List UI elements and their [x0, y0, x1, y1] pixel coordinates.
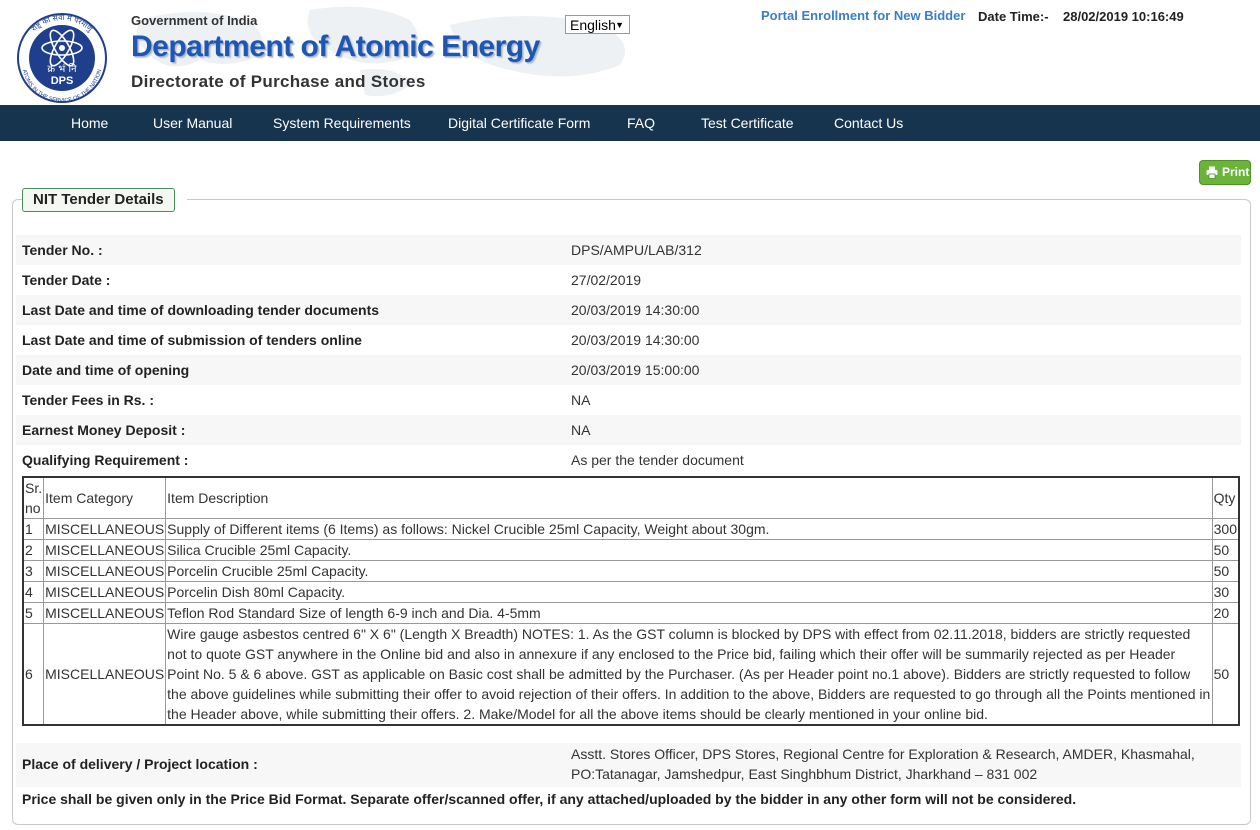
- cell-category: MISCELLANEOUS: [43, 623, 167, 726]
- nav-home[interactable]: Home: [71, 115, 108, 131]
- detail-row-emd: Earnest Money Deposit : NA: [16, 415, 1241, 445]
- dps-logo: क्र भं नि DPS राष्ट्र की सेवा में परमाणु…: [17, 13, 107, 104]
- cell-qty: 30: [1211, 581, 1240, 603]
- cell-sr: 3: [22, 560, 45, 582]
- table-row: 6 MISCELLANEOUS Wire gauge asbestos cent…: [22, 623, 1240, 726]
- detail-label: Date and time of opening: [22, 362, 190, 378]
- language-select[interactable]: English ▼: [565, 15, 630, 34]
- datetime-value: 28/02/2019 10:16:49: [1063, 9, 1184, 24]
- cell-category: MISCELLANEOUS: [43, 560, 167, 582]
- header-item-category: Item Category: [43, 476, 167, 519]
- nav-faq[interactable]: FAQ: [627, 115, 655, 131]
- logo-devanagari: क्र भं नि: [47, 63, 77, 75]
- cell-category: MISCELLANEOUS: [43, 581, 167, 603]
- header-sr-no: Sr. no: [22, 476, 45, 519]
- detail-value: NA: [571, 422, 591, 438]
- detail-value: 27/02/2019: [571, 272, 642, 288]
- delivery-value: Asstt. Stores Officer, DPS Stores, Regio…: [571, 746, 1195, 782]
- print-button-label: Print: [1222, 165, 1250, 179]
- detail-value: 20/03/2019 15:00:00: [571, 362, 700, 378]
- cell-qty: 50: [1211, 623, 1240, 726]
- detail-row-tender-fees: Tender Fees in Rs. : NA: [16, 385, 1241, 415]
- detail-label: Last Date and time of submission of tend…: [22, 332, 362, 348]
- cell-description: Wire gauge asbestos centred 6" X 6" (Len…: [165, 623, 1213, 726]
- detail-row-tender-no: Tender No. : DPS/AMPU/LAB/312: [16, 235, 1241, 265]
- main-navigation: Home User Manual System Requirements Dig…: [0, 105, 1260, 141]
- detail-label: Last Date and time of downloading tender…: [22, 302, 380, 318]
- cell-description: Porcelin Crucible 25ml Capacity.: [165, 560, 1213, 582]
- detail-value: 20/03/2019 14:30:00: [571, 302, 700, 318]
- logo-caption: DPS: [51, 75, 74, 87]
- government-of-india-text: Government of India: [131, 13, 258, 28]
- cell-description: Porcelin Dish 80ml Capacity.: [165, 581, 1213, 603]
- table-row: 5 MISCELLANEOUS Teflon Rod Standard Size…: [22, 602, 1240, 624]
- printer-icon: [1206, 166, 1218, 179]
- detail-value: 20/03/2019 14:30:00: [571, 332, 700, 348]
- delivery-label: Place of delivery / Project location :: [22, 756, 258, 772]
- language-selected-value: English: [570, 17, 616, 33]
- detail-value: As per the tender document: [571, 452, 744, 468]
- print-button[interactable]: Print: [1199, 160, 1251, 185]
- nav-user-manual[interactable]: User Manual: [153, 115, 232, 131]
- directorate-subtitle: Directorate of Purchase and Stores: [131, 72, 426, 91]
- cell-sr: 1: [22, 518, 45, 540]
- detail-label: Tender Fees in Rs. :: [22, 392, 154, 408]
- table-row: 3 MISCELLANEOUS Porcelin Crucible 25ml C…: [22, 560, 1240, 582]
- header-item-description: Item Description: [165, 476, 1213, 519]
- detail-value: DPS/AMPU/LAB/312: [571, 242, 702, 258]
- nav-digital-certificate-form[interactable]: Digital Certificate Form: [448, 115, 590, 131]
- portal-enrollment-link[interactable]: Portal Enrollment for New Bidder: [761, 8, 965, 23]
- detail-row-tender-date: Tender Date : 27/02/2019: [16, 265, 1241, 295]
- panel-title: NIT Tender Details: [22, 188, 175, 212]
- cell-category: MISCELLANEOUS: [43, 539, 167, 561]
- cell-sr: 2: [22, 539, 45, 561]
- cell-qty: 50: [1211, 539, 1240, 561]
- department-title: Department of Atomic Energy: [131, 30, 540, 63]
- cell-sr: 5: [22, 602, 45, 624]
- nav-system-requirements[interactable]: System Requirements: [273, 115, 411, 131]
- dropdown-arrow-icon: ▼: [615, 20, 624, 30]
- detail-label: Tender No. :: [22, 242, 103, 258]
- detail-row-download-date: Last Date and time of downloading tender…: [16, 295, 1241, 325]
- header-qty: Qty: [1211, 476, 1240, 519]
- table-header-row: Sr. no Item Category Item Description Qt…: [22, 476, 1240, 519]
- items-table: Sr. no Item Category Item Description Qt…: [22, 476, 1240, 726]
- nav-test-certificate[interactable]: Test Certificate: [701, 115, 794, 131]
- detail-label: Qualifying Requirement :: [22, 452, 189, 468]
- cell-qty: 50: [1211, 560, 1240, 582]
- cell-category: MISCELLANEOUS: [43, 518, 167, 540]
- site-header: क्र भं नि DPS राष्ट्र की सेवा में परमाणु…: [0, 0, 1260, 105]
- cell-category: MISCELLANEOUS: [43, 602, 167, 624]
- detail-row-submission-date: Last Date and time of submission of tend…: [16, 325, 1241, 355]
- table-row: 4 MISCELLANEOUS Porcelin Dish 80ml Capac…: [22, 581, 1240, 603]
- cell-description: Teflon Rod Standard Size of length 6-9 i…: [165, 602, 1213, 624]
- cell-qty: 20: [1211, 602, 1240, 624]
- detail-label: Tender Date :: [22, 272, 111, 288]
- cell-description: Silica Crucible 25ml Capacity.: [165, 539, 1213, 561]
- nav-contact-us[interactable]: Contact Us: [834, 115, 903, 131]
- datetime-label: Date Time:-: [978, 9, 1049, 24]
- detail-row-opening-date: Date and time of opening 20/03/2019 15:0…: [16, 355, 1241, 385]
- table-row: 2 MISCELLANEOUS Silica Crucible 25ml Cap…: [22, 539, 1240, 561]
- detail-row-qualifying-requirement: Qualifying Requirement : As per the tend…: [16, 445, 1241, 475]
- cell-description: Supply of Different items (6 Items) as f…: [165, 518, 1213, 540]
- cell-qty: 300: [1211, 518, 1240, 540]
- detail-label: Earnest Money Deposit :: [22, 422, 186, 438]
- cell-sr: 4: [22, 581, 45, 603]
- table-row: 1 MISCELLANEOUS Supply of Different item…: [22, 518, 1240, 540]
- cell-sr: 6: [22, 623, 45, 726]
- detail-value: NA: [571, 392, 591, 408]
- price-bid-note: Price shall be given only in the Price B…: [22, 791, 1077, 807]
- delivery-location-row: Place of delivery / Project location : A…: [16, 743, 1241, 787]
